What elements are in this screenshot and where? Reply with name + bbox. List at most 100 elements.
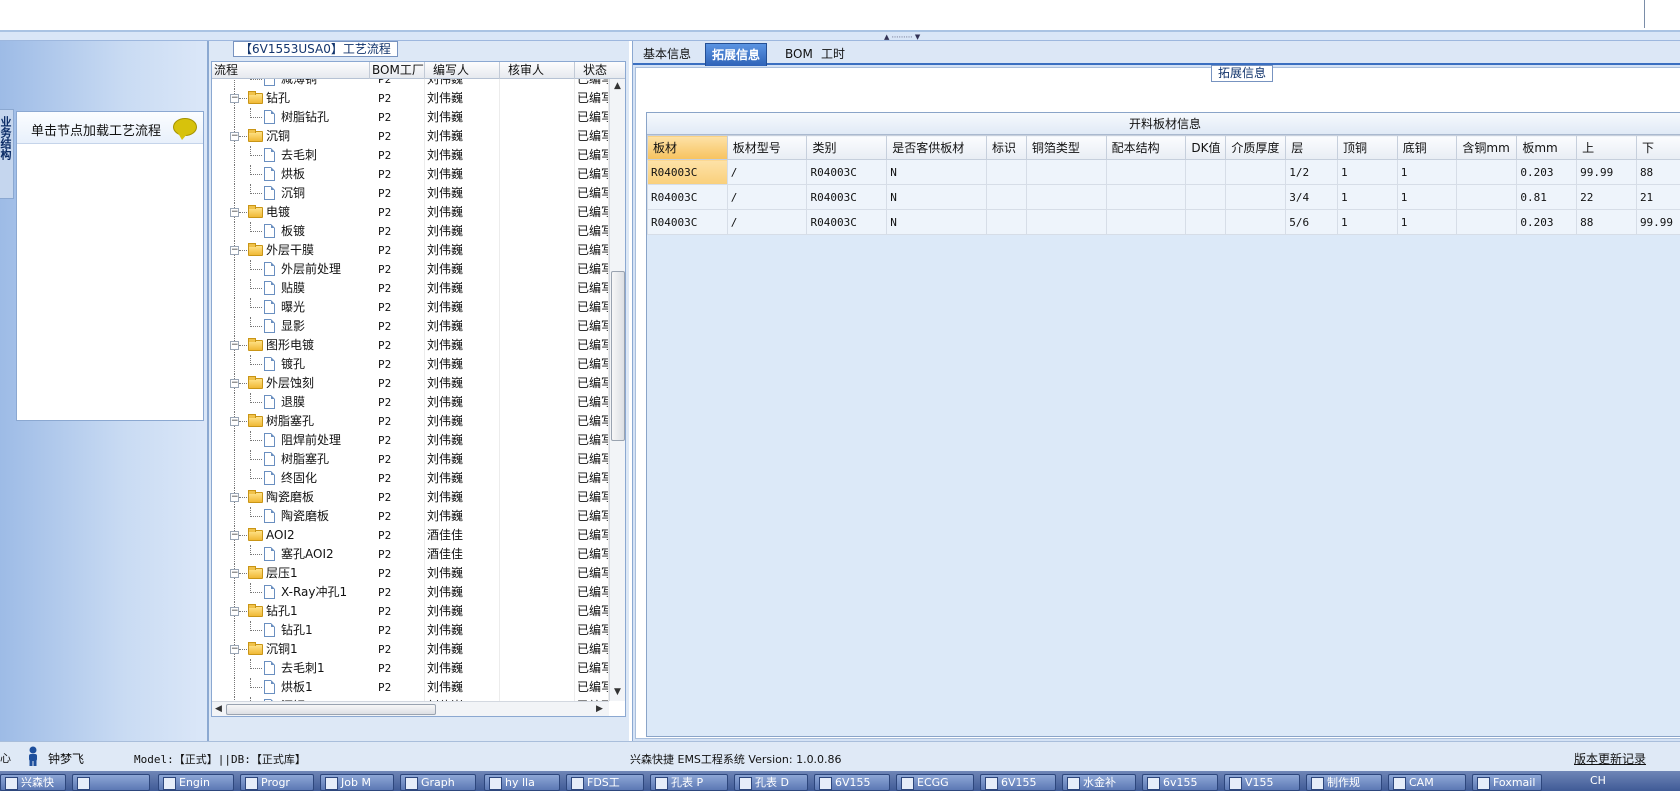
- board-table-cell[interactable]: N: [886, 159, 987, 185]
- tree-node[interactable]: − AOI2: [212, 526, 370, 545]
- tree-node[interactable]: − 层压1: [212, 564, 370, 583]
- board-table-cell[interactable]: R04003C: [647, 159, 728, 185]
- board-column-header[interactable]: 含铜mm: [1456, 135, 1518, 160]
- tree-row[interactable]: 外层前处理 P2刘伟巍 已编写: [212, 260, 609, 279]
- board-table-cell[interactable]: [1025, 209, 1107, 235]
- board-table-cell[interactable]: 0.81: [1516, 184, 1578, 210]
- board-table-cell[interactable]: [1456, 184, 1518, 210]
- tree-row[interactable]: − 图形电镀 P2刘伟巍 已编写: [212, 336, 609, 355]
- board-table-cell[interactable]: R04003C: [806, 184, 888, 210]
- taskbar-button[interactable]: [72, 774, 150, 791]
- board-table-cell[interactable]: 99.99: [1576, 159, 1637, 185]
- taskbar-button[interactable]: 水金补: [1062, 774, 1136, 791]
- board-table-cell[interactable]: [985, 184, 1027, 210]
- tree-row[interactable]: − 电镀 P2刘伟巍 已编写: [212, 203, 609, 222]
- tree-node[interactable]: 显影: [212, 317, 370, 336]
- board-table-cell[interactable]: 1: [1396, 184, 1458, 210]
- board-table-cell[interactable]: 1: [1396, 159, 1458, 185]
- column-header-bom-factory[interactable]: BOM工厂: [370, 62, 425, 79]
- column-header-status[interactable]: 状态: [575, 62, 625, 79]
- board-column-header[interactable]: 介质厚度: [1225, 135, 1287, 160]
- collapse-icon[interactable]: −: [230, 417, 239, 426]
- board-table-cell[interactable]: [1025, 184, 1107, 210]
- tree-row[interactable]: 树脂塞孔 P2刘伟巍 已编写: [212, 450, 609, 469]
- board-column-header[interactable]: 底铜: [1396, 135, 1458, 160]
- taskbar-button[interactable]: 孔表 D: [734, 774, 808, 791]
- tree-row[interactable]: − 沉铜 P2刘伟巍 已编写: [212, 127, 609, 146]
- board-table-cell[interactable]: /: [726, 184, 808, 210]
- board-table-cell[interactable]: [1185, 184, 1227, 210]
- board-table-cell[interactable]: 1: [1337, 184, 1398, 210]
- board-column-header[interactable]: 板材: [647, 135, 728, 160]
- tree-node[interactable]: 曝光: [212, 298, 370, 317]
- board-table-cell[interactable]: 1: [1337, 159, 1398, 185]
- tree-row[interactable]: 终固化 P2刘伟巍 已编写: [212, 469, 609, 488]
- tree-row[interactable]: 塞孔AOI2 P2酒佳佳 已编写: [212, 545, 609, 564]
- input-language-indicator[interactable]: CH: [1590, 774, 1606, 787]
- board-table-cell[interactable]: [1105, 209, 1187, 235]
- tree-row[interactable]: 减薄铜 P2刘伟巍 已编写: [212, 79, 609, 89]
- tree-vertical-scrollbar[interactable]: ▲ ▼: [609, 79, 625, 701]
- tree-node[interactable]: − 钻孔: [212, 89, 370, 108]
- tree-row[interactable]: 曝光 P2刘伟巍 已编写: [212, 298, 609, 317]
- tree-node[interactable]: 沉铜: [212, 184, 370, 203]
- tree-node[interactable]: 烘板: [212, 165, 370, 184]
- taskbar-button[interactable]: Foxmail: [1472, 774, 1542, 791]
- tree-row[interactable]: 沉铜 P2刘伟巍 已编写: [212, 184, 609, 203]
- board-table-cell[interactable]: /: [726, 209, 808, 235]
- board-column-header[interactable]: DK值: [1185, 135, 1227, 160]
- board-table-cell[interactable]: [985, 159, 1027, 185]
- board-column-header[interactable]: 顶铜: [1337, 135, 1398, 160]
- tree-node[interactable]: 陶瓷磨板: [212, 507, 370, 526]
- tree-horizontal-scroll-thumb[interactable]: [226, 704, 436, 715]
- taskbar-button[interactable]: 6V155: [980, 774, 1056, 791]
- tree-node[interactable]: X-Ray冲孔1: [212, 583, 370, 602]
- tree-row[interactable]: 钻孔1 P2刘伟巍 已编写: [212, 621, 609, 640]
- board-column-header[interactable]: 上: [1576, 135, 1637, 160]
- tree-row[interactable]: 阻焊前处理 P2刘伟巍 已编写: [212, 431, 609, 450]
- board-column-header[interactable]: 板材型号: [726, 135, 808, 160]
- tree-horizontal-scrollbar[interactable]: ◀ ▶: [212, 701, 609, 716]
- tree-node[interactable]: − 树脂塞孔: [212, 412, 370, 431]
- taskbar-button[interactable]: Engin: [158, 774, 234, 791]
- tree-node[interactable]: 烘板1: [212, 678, 370, 697]
- board-table-row[interactable]: R04003C / R04003C N 1/2 1 1 0.203 99.99 88: [647, 159, 1680, 185]
- board-table-cell[interactable]: [1105, 184, 1187, 210]
- tree-node[interactable]: − 沉铜1: [212, 640, 370, 659]
- collapse-icon[interactable]: −: [230, 132, 239, 141]
- scroll-up-icon[interactable]: ▲: [614, 81, 621, 91]
- tree-node[interactable]: 退膜: [212, 393, 370, 412]
- tree-node[interactable]: 外层前处理: [212, 260, 370, 279]
- taskbar-button[interactable]: 6V155: [814, 774, 890, 791]
- collapse-icon[interactable]: −: [230, 208, 239, 217]
- tree-row[interactable]: − 钻孔1 P2刘伟巍 已编写: [212, 602, 609, 621]
- tree-node[interactable]: − 图形电镀: [212, 336, 370, 355]
- board-table-cell[interactable]: [1185, 209, 1227, 235]
- taskbar-button[interactable]: FDS工: [566, 774, 644, 791]
- tree-row[interactable]: 镀孔 P2刘伟巍 已编写: [212, 355, 609, 374]
- tree-node[interactable]: 终固化: [212, 469, 370, 488]
- tree-node[interactable]: 去毛刺1: [212, 659, 370, 678]
- board-table-cell[interactable]: 1: [1396, 209, 1458, 235]
- collapse-icon[interactable]: −: [230, 94, 239, 103]
- collapse-icon[interactable]: −: [230, 341, 239, 350]
- board-table-cell[interactable]: N: [886, 184, 987, 210]
- scroll-right-icon[interactable]: ▶: [596, 704, 603, 714]
- collapse-icon[interactable]: −: [230, 493, 239, 502]
- collapse-icon[interactable]: −: [230, 246, 239, 255]
- tree-row[interactable]: 去毛刺 P2刘伟巍 已编写: [212, 146, 609, 165]
- tree-row[interactable]: 贴膜 P2刘伟巍 已编写: [212, 279, 609, 298]
- tree-node[interactable]: 贴膜: [212, 279, 370, 298]
- board-table-row[interactable]: R04003C / R04003C N 3/4 1 1 0.81 22 21: [647, 184, 1680, 210]
- tab-work-hours[interactable]: 工时: [815, 43, 851, 65]
- tree-node[interactable]: 阻焊前处理: [212, 431, 370, 450]
- board-table-cell[interactable]: 21: [1635, 184, 1680, 210]
- board-table-cell[interactable]: 88: [1576, 209, 1637, 235]
- tree-row[interactable]: − 树脂塞孔 P2刘伟巍 已编写: [212, 412, 609, 431]
- tree-row[interactable]: X-Ray冲孔1 P2刘伟巍 已编写: [212, 583, 609, 602]
- board-column-header[interactable]: 铜箔类型: [1025, 135, 1107, 160]
- collapse-icon[interactable]: −: [230, 531, 239, 540]
- board-table-cell[interactable]: 1/2: [1285, 159, 1338, 185]
- tree-node[interactable]: − 沉铜: [212, 127, 370, 146]
- tree-row[interactable]: − 外层蚀刻 P2刘伟巍 已编写: [212, 374, 609, 393]
